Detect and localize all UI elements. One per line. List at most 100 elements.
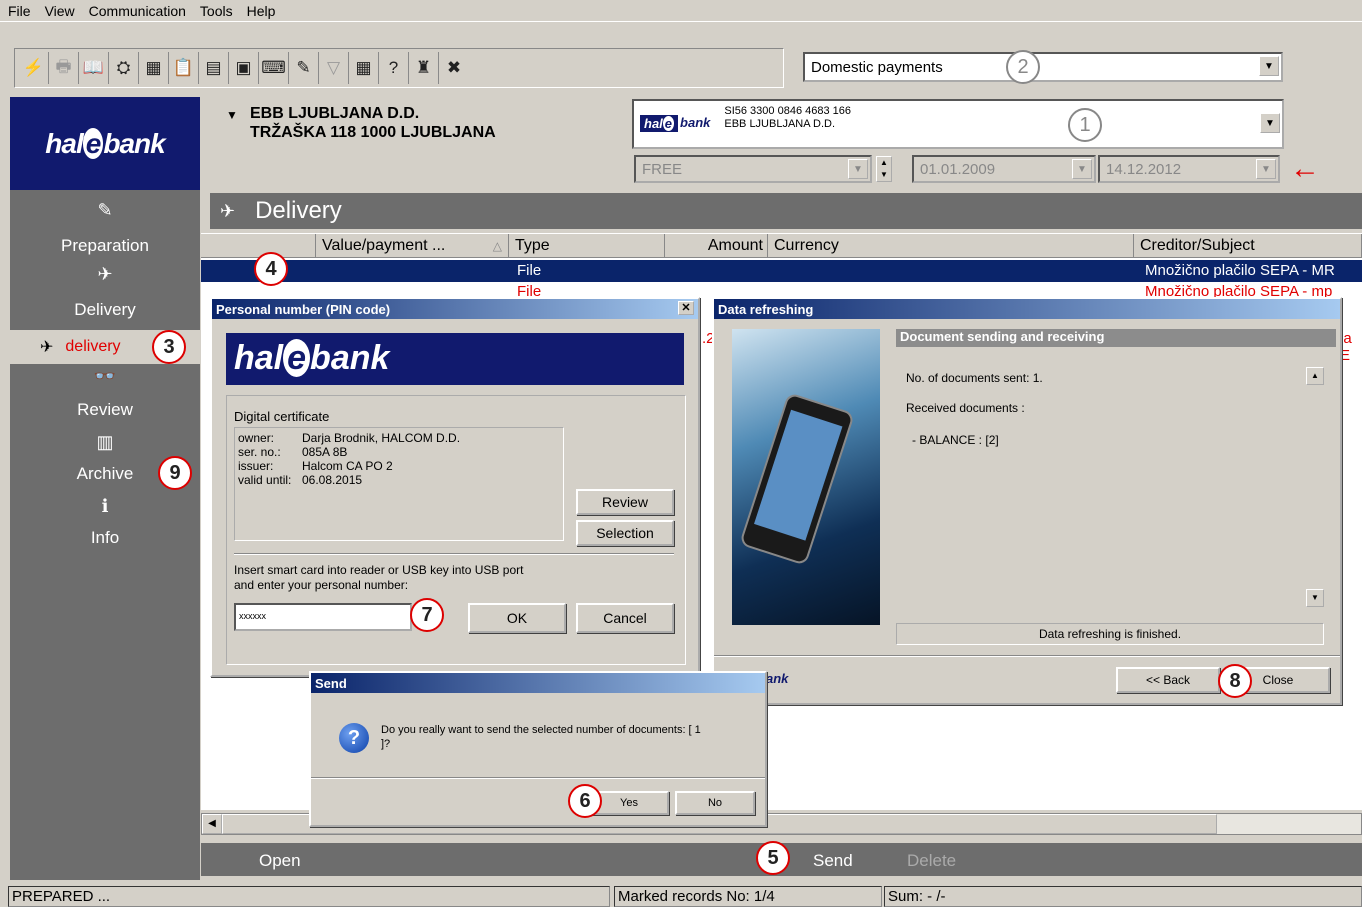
form-icon[interactable]: ▤ (199, 52, 229, 84)
edit-icon[interactable]: ✎ (289, 52, 319, 84)
cert-label: Digital certificate (234, 409, 330, 424)
menu-communication[interactable]: Communication (89, 3, 186, 19)
sent-count: No. of documents sent: 1. (906, 371, 1043, 385)
book-icon[interactable]: 📖 (79, 52, 109, 84)
logo-post: bank (103, 127, 165, 159)
pin-dialog-title: Personal number (PIN code) (216, 301, 391, 317)
callout-8: 8 (1218, 664, 1252, 698)
sync-icon[interactable]: ⛭ (109, 52, 139, 84)
scroll-left-icon[interactable]: ◀ (202, 814, 222, 834)
pin-dialog: Personal number (PIN code) ✕ hal e bank Di… (210, 297, 700, 677)
chevron-down-icon[interactable]: ▼ (848, 159, 868, 179)
menu-tools[interactable]: Tools (200, 3, 233, 19)
received-balance: - BALANCE : [2] (912, 433, 999, 447)
col-value-payment[interactable]: Value/payment ... △ (316, 234, 509, 258)
chevron-down-icon[interactable]: ▼ (1256, 159, 1276, 179)
bank-selector-arrow[interactable]: ▼ (226, 108, 238, 122)
card-icon[interactable]: ▣ (229, 52, 259, 84)
refresh-status: Data refreshing is finished. (896, 623, 1324, 645)
filter-icon[interactable]: ▽ (319, 52, 349, 84)
filter-select[interactable]: FREE ▼ (634, 155, 872, 183)
code-icon[interactable]: ▦ (139, 52, 169, 84)
pin-logo-banner: hal e bank (226, 333, 684, 385)
row-type: File (517, 262, 542, 279)
sidebar-item-review[interactable]: Review (10, 400, 200, 420)
row-subject: Množično plačilo SEPA - MR (1145, 262, 1335, 279)
payment-type-value: Domestic payments (811, 58, 943, 76)
sidebar-item-delivery[interactable]: Delivery (10, 300, 200, 320)
sidebar-item-preparation[interactable]: Preparation (10, 236, 200, 256)
phone-image (732, 329, 880, 625)
col-amount[interactable]: Amount (665, 234, 768, 258)
menu-help[interactable]: Help (247, 3, 276, 19)
refresh-log-box: No. of documents sent: 1. Received docum… (896, 351, 1324, 611)
close-icon[interactable]: ✕ (678, 301, 694, 315)
logo-pre: hal (45, 127, 83, 159)
preparation-icon: ✎ (97, 200, 113, 220)
pin-dialog-title-bar: Personal number (PIN code) ✕ (212, 299, 698, 319)
pin-instruction: Insert smart card into reader or USB key… (234, 563, 524, 592)
cancel-button[interactable]: Cancel (576, 603, 674, 633)
cert-serial: 085A 8B (302, 445, 348, 459)
status-sum: Sum: - /- (884, 886, 1362, 907)
col-type[interactable]: Type (509, 234, 665, 258)
lightning-icon[interactable]: ⚡ (19, 52, 49, 84)
delete-button[interactable]: Delete (907, 851, 956, 871)
printer-icon[interactable]: 🖶 (49, 52, 79, 84)
cert-owner: Darja Brodnik, HALCOM D.D. (302, 431, 461, 445)
menu-view[interactable]: View (45, 3, 75, 19)
col-select[interactable] (201, 234, 316, 258)
back-button[interactable]: << Back (1116, 667, 1220, 693)
pin-input[interactable]: xxxxxx (234, 603, 412, 631)
account-number: SI56 3300 0846 4683 166 (724, 105, 851, 117)
row-fragment-subject: ja E (1340, 330, 1352, 364)
callout-6: 6 (568, 784, 602, 818)
page-title-bar: ✈ Delivery (210, 193, 1362, 229)
no-button[interactable]: No (675, 791, 755, 815)
send-dialog: Send ? Do you really want to send the se… (309, 671, 767, 827)
callout-5: 5 (756, 841, 790, 875)
calculator-icon[interactable]: ▦ (349, 52, 379, 84)
grid-header: Value/payment ... △ Type Amount Currency … (201, 234, 1362, 258)
scroll-down-icon[interactable]: ▼ (1306, 589, 1324, 607)
date-from-value: 01.01.2009 (920, 160, 996, 178)
open-button[interactable]: Open (259, 851, 301, 871)
date-to-field[interactable]: 14.12.2012 ▼ (1098, 155, 1280, 183)
col-creditor[interactable]: Creditor/Subject (1134, 234, 1362, 258)
account-select[interactable]: hal e bank SI56 3300 0846 4683 166 EBB LJ… (632, 99, 1284, 149)
table-row-selected[interactable]: File Množično plačilo SEPA - MR (201, 260, 1362, 282)
ok-button[interactable]: OK (468, 603, 566, 633)
callout-9: 9 (158, 456, 192, 490)
scroll-up-icon[interactable]: ▲ (1306, 367, 1324, 385)
menu-bar: File View Communication Tools Help (0, 0, 1362, 22)
callout-7: 7 (410, 598, 444, 632)
send-button[interactable]: Send (813, 851, 853, 871)
selection-button[interactable]: Selection (576, 520, 674, 546)
clipboard-icon[interactable]: 📋 (169, 52, 199, 84)
refresh-dialog: Data refreshing Document sending and rec… (712, 297, 1342, 705)
cert-valid: 06.08.2015 (302, 473, 363, 487)
help-icon[interactable]: ? (379, 52, 409, 84)
filter-value: FREE (642, 160, 683, 178)
chevron-down-icon[interactable]: ▼ (1260, 113, 1280, 133)
row-subject: Množično plačilo SEPA - mp (1145, 283, 1333, 297)
log-scrollbar[interactable]: ▲ ▼ (1306, 367, 1324, 607)
refresh-section-header: Document sending and receiving (896, 329, 1336, 347)
sidebar-item-info[interactable]: Info (10, 528, 200, 548)
chevron-down-icon[interactable]: ▼ (1072, 159, 1092, 179)
table-row[interactable]: File Množično plačilo SEPA - mp (201, 283, 1362, 297)
review-button[interactable]: Review (576, 489, 674, 515)
send-dialog-title: Send (311, 673, 765, 693)
close-x-icon[interactable]: ✖ (439, 52, 469, 84)
date-from-field[interactable]: 01.01.2009 ▼ (912, 155, 1096, 183)
status-marked: Marked records No: 1/4 (614, 886, 882, 907)
payment-type-select[interactable]: Domestic payments ▼ (803, 52, 1283, 82)
col-currency[interactable]: Currency (768, 234, 1134, 258)
lock-icon[interactable]: ♜ (409, 52, 439, 84)
menu-file[interactable]: File (8, 3, 31, 19)
chevron-down-icon[interactable]: ▼ (1259, 56, 1279, 76)
spinner-icon[interactable]: ▲ ▼ (876, 156, 892, 182)
keyboard-icon[interactable]: ⌨ (259, 52, 289, 84)
question-icon: ? (339, 723, 369, 753)
cert-issuer: Halcom CA PO 2 (302, 459, 393, 473)
